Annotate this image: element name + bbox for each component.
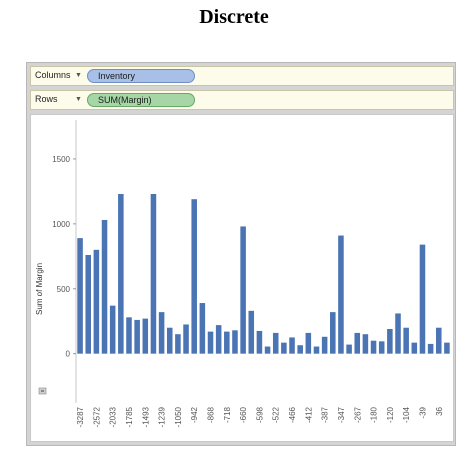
bar[interactable] bbox=[427, 343, 434, 354]
bar[interactable] bbox=[354, 332, 361, 354]
x-axis: -3287 -2572 -2033 -1785 -1493 -1239 -1050 -942-… bbox=[76, 406, 444, 427]
y-axis: 0 500 1000 1500 bbox=[52, 120, 77, 403]
bar[interactable] bbox=[248, 310, 255, 354]
columns-shelf-label: Columns bbox=[35, 70, 71, 80]
y-tick-label: 1000 bbox=[52, 220, 70, 229]
y-tick-label: 0 bbox=[66, 350, 71, 359]
page-title: Discrete bbox=[199, 6, 269, 28]
bar[interactable] bbox=[378, 341, 385, 354]
bar[interactable] bbox=[150, 194, 157, 354]
columns-dropdown-icon[interactable]: ▼ bbox=[75, 72, 82, 79]
x-tick-label: -2572 bbox=[92, 406, 101, 427]
bar[interactable] bbox=[232, 330, 238, 354]
x-tick-label: -522 bbox=[272, 406, 281, 423]
x-tick-label: -1785 bbox=[125, 406, 134, 427]
bar[interactable] bbox=[207, 331, 214, 354]
x-tick-label: -3287 bbox=[76, 406, 85, 427]
bar[interactable] bbox=[175, 334, 181, 354]
bar[interactable] bbox=[395, 313, 401, 354]
bar[interactable] bbox=[313, 346, 320, 354]
bar[interactable] bbox=[77, 238, 83, 354]
bar-chart-svg: 0 500 1000 1500 -3287 -2572 -2033 -1785 -1493 -1… bbox=[35, 120, 450, 427]
x-tick-label: -1239 bbox=[158, 406, 167, 427]
x-tick-label: -2033 bbox=[109, 406, 118, 427]
rows-shelf[interactable]: Rows ▼ SUM(Margin) bbox=[30, 90, 454, 110]
bar[interactable] bbox=[370, 340, 377, 354]
bar[interactable] bbox=[272, 332, 279, 354]
bar[interactable] bbox=[289, 337, 295, 354]
bar[interactable] bbox=[362, 334, 369, 354]
bar[interactable] bbox=[126, 317, 132, 354]
bar[interactable] bbox=[281, 342, 287, 354]
columns-shelf[interactable]: Columns ▼ Inventory bbox=[30, 66, 454, 86]
bar[interactable] bbox=[158, 312, 165, 354]
bar[interactable] bbox=[109, 305, 116, 354]
bar[interactable] bbox=[101, 219, 108, 354]
bar[interactable] bbox=[142, 318, 149, 354]
sum-margin-pill[interactable]: SUM(Margin) bbox=[87, 93, 195, 107]
bar[interactable] bbox=[321, 336, 328, 354]
bar[interactable] bbox=[436, 327, 442, 354]
x-tick-label: -267 bbox=[353, 406, 362, 423]
bar[interactable] bbox=[215, 325, 222, 354]
bar[interactable] bbox=[330, 312, 336, 354]
y-axis-title: Sum of Margin bbox=[35, 263, 44, 315]
bar[interactable] bbox=[387, 329, 393, 354]
x-tick-label: -104 bbox=[402, 406, 411, 423]
bar[interactable] bbox=[118, 194, 124, 354]
x-tick-label: -180 bbox=[370, 406, 379, 423]
bar[interactable] bbox=[199, 303, 206, 354]
bar[interactable] bbox=[191, 199, 197, 354]
bar[interactable] bbox=[419, 244, 426, 354]
bar[interactable] bbox=[166, 327, 173, 354]
x-tick-label: -347 bbox=[337, 406, 346, 423]
tooltip-icon[interactable] bbox=[38, 387, 47, 395]
bar[interactable] bbox=[338, 235, 344, 354]
bar[interactable] bbox=[444, 342, 450, 354]
bar-chart-view[interactable]: 0 500 1000 1500 -3287 -2572 -2033 -1785 -1493 -1… bbox=[30, 114, 454, 442]
x-tick-label: -718 bbox=[223, 406, 232, 423]
bar[interactable] bbox=[134, 319, 140, 354]
rows-shelf-label: Rows bbox=[35, 94, 58, 104]
y-tick-label: 1500 bbox=[52, 155, 70, 164]
x-tick-label: -598 bbox=[255, 406, 264, 423]
bar[interactable] bbox=[346, 344, 352, 354]
bar[interactable] bbox=[224, 331, 230, 354]
x-tick-label: -120 bbox=[386, 406, 395, 423]
bar[interactable] bbox=[264, 346, 271, 354]
bar[interactable] bbox=[93, 249, 100, 354]
bar[interactable] bbox=[85, 255, 91, 354]
bar[interactable] bbox=[297, 345, 303, 354]
x-tick-label: -1493 bbox=[141, 406, 150, 427]
bar[interactable] bbox=[256, 330, 263, 354]
x-tick-label: -942 bbox=[190, 406, 199, 423]
x-tick-label: 36 bbox=[435, 406, 444, 415]
x-tick-label: -868 bbox=[207, 406, 216, 423]
x-tick-label: -466 bbox=[288, 406, 297, 423]
bar[interactable] bbox=[240, 226, 246, 354]
x-tick-label: -39 bbox=[418, 406, 427, 418]
bars bbox=[77, 194, 450, 354]
bar[interactable] bbox=[183, 324, 189, 354]
y-tick-label: 500 bbox=[57, 285, 71, 294]
rows-dropdown-icon[interactable]: ▼ bbox=[75, 96, 82, 103]
x-tick-label: -412 bbox=[304, 406, 313, 423]
inventory-pill[interactable]: Inventory bbox=[87, 69, 195, 83]
x-tick-label: -387 bbox=[321, 406, 330, 423]
x-tick-label: -1050 bbox=[174, 406, 183, 427]
bar[interactable] bbox=[305, 332, 312, 354]
x-tick-label: -660 bbox=[239, 406, 248, 423]
bar[interactable] bbox=[403, 327, 409, 354]
bar[interactable] bbox=[411, 342, 418, 354]
